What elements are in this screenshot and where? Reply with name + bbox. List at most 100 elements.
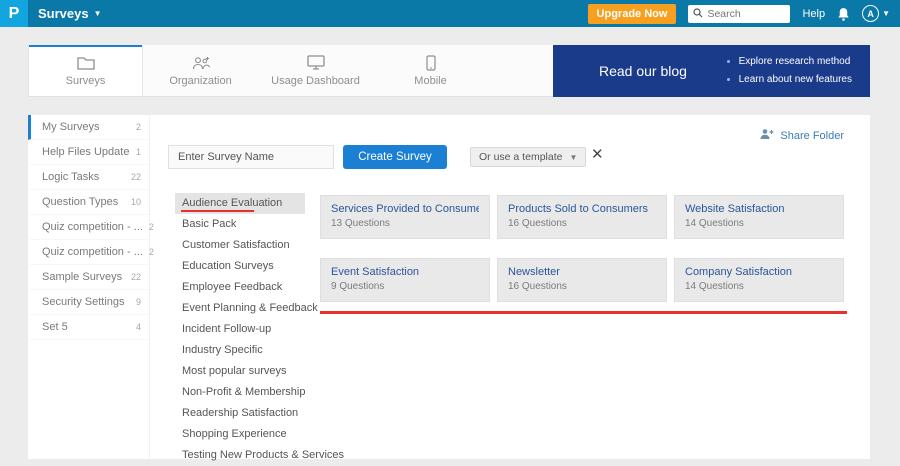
sidebar-item-label: My Surveys [42, 121, 100, 133]
blog-banner-bullets: Explore research method Learn about new … [725, 53, 852, 89]
create-survey-button[interactable]: Create Survey [343, 145, 447, 169]
template-dropdown-label: Or use a template [479, 151, 563, 163]
template-card-services-provided[interactable]: Services Provided to Consumers 13 Questi… [320, 195, 490, 239]
template-card-company-satisfaction[interactable]: Company Satisfaction 14 Questions [674, 258, 844, 302]
chevron-down-icon: ▼ [882, 9, 890, 18]
tab-usage-dashboard[interactable]: Usage Dashboard [258, 45, 373, 96]
template-card-questions: 14 Questions [685, 218, 744, 229]
sidebar-item-label: Security Settings [42, 296, 125, 308]
main-panel: My Surveys 2 Help Files Update 1 Logic T… [28, 115, 870, 461]
template-card-newsletter[interactable]: Newsletter 16 Questions [497, 258, 667, 302]
sidebar-item-count: 2 [148, 222, 154, 232]
category-label: Customer Satisfaction [182, 239, 290, 251]
sidebar-item-sample-surveys[interactable]: Sample Surveys 22 [28, 265, 149, 290]
annotation-underline [181, 210, 254, 212]
chevron-down-icon: ▼ [569, 152, 578, 162]
category-label: Most popular surveys [182, 365, 287, 377]
category-most-popular-surveys[interactable]: Most popular surveys [175, 361, 305, 382]
sidebar-item-count: 2 [148, 247, 154, 257]
category-label: Audience Evaluation [182, 197, 283, 209]
blog-banner[interactable]: Read our blog Explore research method Le… [553, 45, 870, 97]
folders-sidebar: My Surveys 2 Help Files Update 1 Logic T… [28, 115, 154, 459]
sidebar-item-count: 4 [135, 322, 141, 332]
help-link[interactable]: Help [802, 8, 825, 20]
share-folder-button[interactable]: Share Folder [759, 128, 844, 143]
topbar-right-group: Upgrade Now Help A ▼ [587, 3, 900, 24]
surveys-menu[interactable]: Surveys ▼ [38, 6, 102, 21]
template-card-products-sold[interactable]: Products Sold to Consumers 16 Questions [497, 195, 667, 239]
monitor-icon [306, 55, 325, 71]
category-readership-satisfaction[interactable]: Readership Satisfaction [175, 403, 305, 424]
category-label: Event Planning & Feedback [182, 302, 318, 314]
sidebar-item-security-settings[interactable]: Security Settings 9 [28, 290, 149, 315]
category-label: Non-Profit & Membership [182, 386, 306, 398]
category-customer-satisfaction[interactable]: Customer Satisfaction [175, 235, 305, 256]
category-incident-follow-up[interactable]: Incident Follow-up [175, 319, 305, 340]
sidebar-item-label: Quiz competition - ... [42, 221, 143, 233]
template-card-event-satisfaction[interactable]: Event Satisfaction 9 Questions [320, 258, 490, 302]
category-event-planning-feedback[interactable]: Event Planning & Feedback [175, 298, 318, 319]
upgrade-now-button[interactable]: Upgrade Now [587, 3, 677, 24]
category-shopping-experience[interactable]: Shopping Experience [175, 424, 305, 445]
category-label: Employee Feedback [182, 281, 283, 293]
sidebar-item-count: 10 [130, 197, 141, 207]
blog-bullet: Learn about new features [739, 71, 852, 89]
tab-label: Surveys [65, 74, 106, 87]
category-label: Basic Pack [182, 218, 237, 230]
category-label: Readership Satisfaction [182, 407, 299, 419]
category-non-profit-membership[interactable]: Non-Profit & Membership [175, 382, 306, 403]
category-employee-feedback[interactable]: Employee Feedback [175, 277, 305, 298]
account-menu[interactable]: A ▼ [862, 5, 890, 22]
sidebar-item-label: Set 5 [42, 321, 68, 333]
tab-label: Usage Dashboard [271, 74, 360, 87]
tab-surveys[interactable]: Surveys [28, 45, 143, 96]
share-folder-label: Share Folder [780, 129, 844, 142]
survey-name-input[interactable] [168, 145, 334, 169]
category-label: Education Surveys [182, 260, 274, 272]
category-education-surveys[interactable]: Education Surveys [175, 256, 305, 277]
tab-organization[interactable]: Organization [143, 45, 258, 96]
sidebar-item-question-types[interactable]: Question Types 10 [28, 190, 149, 215]
category-label: Shopping Experience [182, 428, 287, 440]
notifications-bell-icon[interactable] [837, 7, 850, 21]
sidebar-item-quiz-competition-2[interactable]: Quiz competition - ... 2 [28, 240, 154, 265]
sidebar-item-logic-tasks[interactable]: Logic Tasks 22 [28, 165, 149, 190]
close-icon[interactable]: ✕ [591, 145, 604, 163]
search-box[interactable] [688, 4, 791, 23]
template-card-title: Newsletter [508, 266, 560, 278]
phone-icon [425, 54, 436, 71]
search-input[interactable] [707, 7, 786, 20]
template-categories-list: Audience Evaluation Basic Pack Customer … [175, 193, 344, 466]
category-testing-new-products[interactable]: Testing New Products & Services [175, 445, 344, 466]
template-card-questions: 9 Questions [331, 281, 385, 292]
template-card-questions: 13 Questions [331, 218, 390, 229]
template-card-title: Company Satisfaction [685, 266, 792, 278]
category-basic-pack[interactable]: Basic Pack [175, 214, 305, 235]
category-industry-specific[interactable]: Industry Specific [175, 340, 305, 361]
sidebar-item-count: 22 [130, 172, 141, 182]
sidebar-item-my-surveys[interactable]: My Surveys 2 [28, 115, 149, 140]
blog-banner-title: Read our blog [599, 63, 687, 79]
tab-mobile[interactable]: Mobile [373, 45, 488, 96]
template-card-title: Event Satisfaction [331, 266, 420, 278]
template-card-title: Website Satisfaction [685, 203, 785, 215]
app-logo[interactable]: P [0, 0, 28, 27]
category-audience-evaluation[interactable]: Audience Evaluation [175, 193, 305, 214]
sidebar-item-label: Logic Tasks [42, 171, 100, 183]
template-dropdown[interactable]: Or use a template ▼ [470, 147, 587, 167]
category-label: Industry Specific [182, 344, 263, 356]
sidebar-item-count: 1 [135, 147, 141, 157]
section-tabs-row: Surveys Organization Usage Dashboard Mob… [28, 45, 870, 97]
people-icon [191, 55, 211, 71]
sidebar-item-set-5[interactable]: Set 5 4 [28, 315, 149, 340]
sidebar-item-count: 22 [130, 272, 141, 282]
share-person-icon [759, 128, 775, 143]
sidebar-item-help-files-update[interactable]: Help Files Update 1 [28, 140, 149, 165]
template-card-questions: 16 Questions [508, 218, 567, 229]
template-card-title: Services Provided to Consumers [331, 203, 479, 215]
sidebar-item-quiz-competition-1[interactable]: Quiz competition - ... 2 [28, 215, 154, 240]
sidebar-item-label: Quiz competition - ... [42, 246, 143, 258]
sidebar-item-label: Sample Surveys [42, 271, 123, 283]
template-card-website-satisfaction[interactable]: Website Satisfaction 14 Questions [674, 195, 844, 239]
tab-label: Organization [169, 74, 232, 87]
